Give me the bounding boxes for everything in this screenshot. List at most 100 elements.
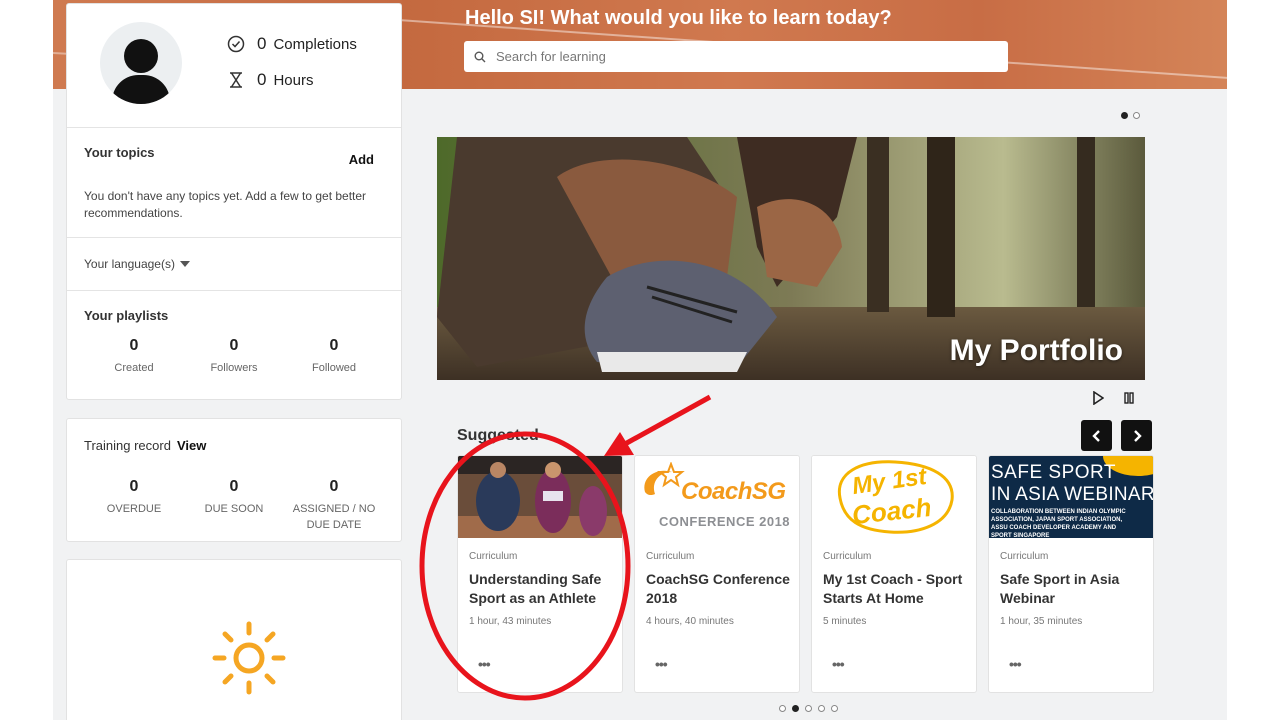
coachsg-logo-icon: [644, 462, 685, 496]
completions-count: 0: [257, 34, 267, 53]
carousel-dot[interactable]: [1133, 112, 1140, 119]
tile-type: Curriculum: [469, 551, 518, 562]
counter-label: OVERDUE: [106, 503, 162, 515]
training-title-row: Training record View: [84, 438, 206, 453]
profile-card: 0 Completions 0 Hours Your topics Add Yo…: [66, 3, 402, 400]
next-arrow-button[interactable]: [1121, 420, 1152, 451]
counter-value: 0: [229, 337, 239, 354]
more-options-icon[interactable]: •••: [832, 656, 845, 672]
topics-title: Your topics: [84, 145, 155, 160]
suggested-tile[interactable]: My 1st Coach Curriculum My 1st Coach - S…: [811, 455, 977, 693]
counter-value: 0: [329, 337, 339, 354]
hourglass-icon: [230, 72, 242, 88]
suggested-tile[interactable]: CoachSG CONFERENCE 2018 Curriculum Coach…: [634, 455, 800, 693]
tile-type: Curriculum: [823, 551, 872, 562]
tile-type: Curriculum: [1000, 551, 1049, 562]
app-window: Hello SI! What would you like to learn t…: [53, 0, 1227, 720]
tile-title: My 1st Coach - Sport Starts At Home: [823, 571, 963, 606]
completions-label: Completions: [273, 35, 357, 53]
counter-label: ASSIGNED / NO DUE DATE: [292, 503, 376, 531]
search-input[interactable]: Search for learning: [464, 41, 1008, 72]
more-options-icon[interactable]: •••: [478, 656, 491, 672]
training-counters: 0 OVERDUE 0 DUE SOON 0 ASSIGNED / NO DUE…: [84, 478, 384, 533]
completions-stat: 0 Completions: [227, 34, 357, 54]
playlists-title: Your playlists: [84, 308, 169, 323]
training-overdue[interactable]: 0 OVERDUE: [84, 478, 184, 533]
divider: [67, 237, 401, 238]
chevron-right-icon: [1133, 429, 1142, 442]
carousel-dot[interactable]: [818, 705, 825, 712]
training-view-link[interactable]: View: [177, 438, 206, 453]
hero-banner[interactable]: My Portfolio: [437, 137, 1145, 380]
tile-type: Curriculum: [646, 551, 695, 562]
more-options-icon[interactable]: •••: [1009, 656, 1022, 672]
playlists-created[interactable]: 0 Created: [84, 337, 184, 376]
tile-thumbnail: SAFE SPORT IN ASIA WEBINAR COLLABORATION…: [989, 456, 1153, 538]
sun-icon: [212, 621, 286, 695]
playlists-followers[interactable]: 0 Followers: [184, 337, 284, 376]
training-record-card: Training record View 0 OVERDUE 0 DUE SOON…: [66, 418, 402, 542]
prev-arrow-button[interactable]: [1081, 420, 1112, 451]
hero-title: My Portfolio: [949, 334, 1123, 367]
carousel-dot[interactable]: [1121, 112, 1128, 119]
counter-label: Created: [114, 362, 154, 374]
suggested-carousel-dots: [779, 705, 838, 712]
hours-count: 0: [257, 70, 267, 89]
greeting-weather-card: [66, 559, 402, 720]
thumb-small-text: COLLABORATION BETWEEN INDIAN OLYMPIC ASS…: [991, 509, 1126, 538]
thumb-brand-text: CoachSG: [681, 478, 786, 505]
more-options-icon[interactable]: •••: [655, 656, 668, 672]
tile-thumbnail: [458, 456, 622, 538]
carousel-dot[interactable]: [779, 705, 786, 712]
caret-down-icon: [179, 261, 190, 267]
hours-stat: 0 Hours: [227, 70, 313, 90]
language-dropdown[interactable]: Your language(s): [84, 257, 190, 271]
tile-duration: 1 hour, 35 minutes: [1000, 616, 1083, 627]
tile-duration: 5 minutes: [823, 616, 867, 627]
check-circle-icon: [227, 35, 245, 53]
carousel-dot[interactable]: [831, 705, 838, 712]
tile-title: Safe Sport in Asia Webinar: [1000, 571, 1120, 606]
topics-empty-text: You don't have any topics yet. Add a few…: [84, 189, 367, 220]
suggested-tile[interactable]: Curriculum Understanding Safe Sport as a…: [457, 455, 623, 693]
thumb-title-line2: IN ASIA WEBINAR: [991, 484, 1153, 505]
search-placeholder: Search for learning: [496, 49, 606, 64]
add-topics-button[interactable]: Add: [349, 152, 374, 167]
thumb-subtitle-text: CONFERENCE 2018: [659, 514, 791, 529]
greeting-heading: Hello SI! What would you like to learn t…: [465, 7, 892, 29]
training-title: Training record: [84, 438, 171, 453]
training-due-soon[interactable]: 0 DUE SOON: [184, 478, 284, 533]
tile-duration: 1 hour, 43 minutes: [469, 616, 552, 627]
play-icon[interactable]: [1092, 391, 1104, 405]
hours-label: Hours: [273, 71, 314, 89]
playlists-counters: 0 Created 0 Followers 0 Followed: [84, 337, 384, 376]
suggested-tile[interactable]: SAFE SPORT IN ASIA WEBINAR COLLABORATION…: [988, 455, 1154, 693]
carousel-dot[interactable]: [805, 705, 812, 712]
tile-thumbnail: CoachSG CONFERENCE 2018: [635, 456, 799, 538]
tile-title: CoachSG Conference 2018: [646, 571, 790, 606]
counter-label: DUE SOON: [204, 503, 264, 515]
hero-carousel-dots: [1121, 112, 1140, 119]
avatar[interactable]: [100, 22, 182, 104]
counter-label: Followers: [210, 362, 258, 374]
divider: [67, 290, 401, 291]
suggested-heading: Suggested: [457, 427, 539, 444]
search-icon: [474, 51, 486, 62]
chevron-left-icon: [1091, 429, 1100, 442]
welcome-banner: Hello SI! What would you like to learn t…: [402, 0, 1227, 89]
counter-value: 0: [329, 478, 339, 495]
pause-icon[interactable]: [1123, 391, 1135, 405]
tile-duration: 4 hours, 40 minutes: [646, 616, 734, 627]
tile-title: Understanding Safe Sport as an Athlete: [469, 571, 602, 606]
carousel-dot[interactable]: [792, 705, 799, 712]
counter-value: 0: [129, 478, 139, 495]
training-assigned[interactable]: 0 ASSIGNED / NO DUE DATE: [284, 478, 384, 533]
playlists-followed[interactable]: 0 Followed: [284, 337, 384, 376]
language-label: Your language(s): [84, 257, 175, 271]
thumb-title-line1: SAFE SPORT: [991, 462, 1117, 483]
counter-value: 0: [229, 478, 239, 495]
counter-label: Followed: [311, 362, 357, 374]
counter-value: 0: [129, 337, 139, 354]
divider: [67, 127, 401, 128]
tile-thumbnail: My 1st Coach: [812, 456, 976, 538]
